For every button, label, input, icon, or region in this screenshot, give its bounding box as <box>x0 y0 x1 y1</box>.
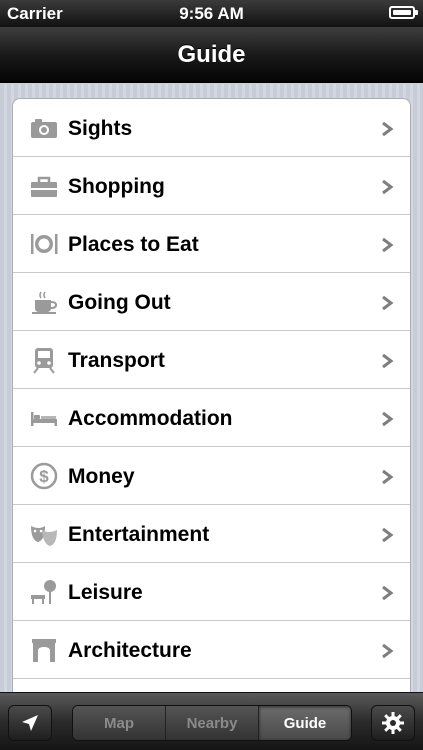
theater-masks-icon <box>29 520 59 548</box>
list-item-label: Accommodation <box>68 407 233 430</box>
clock: 9:56 AM <box>179 4 244 23</box>
list-item-money[interactable]: $ Money <box>13 447 410 505</box>
settings-button[interactable] <box>371 705 415 741</box>
list-item-places-to-eat[interactable]: Places to Eat <box>13 215 410 273</box>
list-item-sights[interactable]: Sights <box>13 99 410 157</box>
list-item-label: Transport <box>68 349 165 372</box>
list-item-label: Architecture <box>68 639 192 662</box>
train-icon <box>29 346 59 374</box>
view-segmented-control[interactable]: Map Nearby Guide <box>72 705 352 741</box>
list-item-leisure[interactable]: Leisure <box>13 563 410 621</box>
chevron-right-icon <box>382 237 394 253</box>
chevron-right-icon <box>382 121 394 137</box>
status-bar: Carrier 9:56 AM <box>0 0 423 27</box>
locate-button[interactable] <box>8 705 52 741</box>
bottom-toolbar: Map Nearby Guide <box>0 692 423 750</box>
list-item-label: Money <box>68 465 135 488</box>
arch-icon <box>29 636 59 664</box>
chevron-right-icon <box>382 469 394 485</box>
list-item-label: Entertainment <box>68 523 210 546</box>
location-arrow-icon <box>22 715 38 731</box>
segment-nearby[interactable]: Nearby <box>166 706 259 740</box>
page-title: Guide <box>177 41 246 68</box>
shopping-bag-icon <box>29 172 59 200</box>
chevron-right-icon <box>382 527 394 543</box>
list-item-label: Going Out <box>68 291 171 314</box>
camera-icon <box>29 114 59 142</box>
list-item-entertainment[interactable]: Entertainment <box>13 505 410 563</box>
list-item-label: Sights <box>68 117 133 140</box>
guide-content[interactable]: Sights Shopping Places to Eat Going Out <box>0 84 423 692</box>
list-item-label: Leisure <box>68 581 143 604</box>
list-item-partial[interactable] <box>13 679 410 692</box>
list-item-accommodation[interactable]: Accommodation <box>13 389 410 447</box>
bed-icon <box>29 404 59 432</box>
park-bench-icon <box>29 578 59 606</box>
chevron-right-icon <box>382 295 394 311</box>
coffee-cup-icon <box>29 288 59 316</box>
segment-guide[interactable]: Guide <box>259 706 351 740</box>
guide-list: Sights Shopping Places to Eat Going Out <box>12 98 411 692</box>
chevron-right-icon <box>382 353 394 369</box>
chevron-right-icon <box>382 179 394 195</box>
navigation-bar: Guide <box>0 27 423 83</box>
chevron-right-icon <box>382 411 394 427</box>
chevron-right-icon <box>382 585 394 601</box>
svg-text:$: $ <box>39 467 49 486</box>
list-item-architecture[interactable]: Architecture <box>13 621 410 679</box>
gear-icon <box>382 712 404 734</box>
list-item-transport[interactable]: Transport <box>13 331 410 389</box>
list-item-label: Shopping <box>68 175 165 198</box>
battery-icon <box>389 6 418 19</box>
segment-map[interactable]: Map <box>73 706 166 740</box>
plate-cutlery-icon <box>29 230 59 258</box>
list-item-label: Places to Eat <box>68 233 199 256</box>
dollar-icon: $ <box>29 462 59 490</box>
chevron-right-icon <box>382 643 394 659</box>
list-item-going-out[interactable]: Going Out <box>13 273 410 331</box>
list-item-shopping[interactable]: Shopping <box>13 157 410 215</box>
